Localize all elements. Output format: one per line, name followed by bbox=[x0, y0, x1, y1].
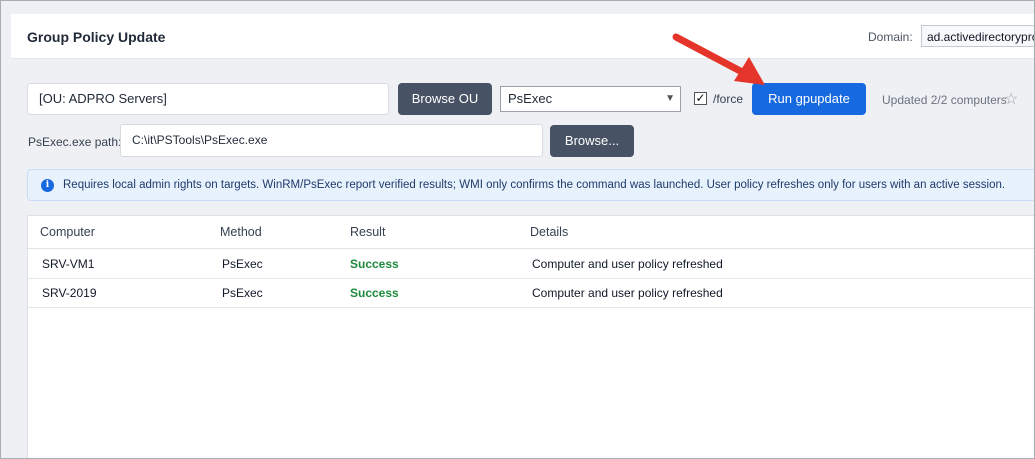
page-title: Group Policy Update bbox=[27, 29, 166, 45]
domain-field[interactable]: ad.activedirectorypro bbox=[921, 25, 1034, 47]
cell-computer: SRV-2019 bbox=[42, 286, 97, 300]
app-window: Group Policy Update Domain: ad.activedir… bbox=[0, 0, 1035, 459]
run-gpupdate-button[interactable]: Run gpupdate bbox=[752, 83, 866, 115]
cell-details: Computer and user policy refreshed bbox=[532, 286, 723, 300]
column-header-result[interactable]: Result bbox=[350, 225, 385, 239]
table-header: Computer Method Result Details bbox=[28, 216, 1034, 249]
cell-result: Success bbox=[350, 286, 399, 300]
header-bar: Group Policy Update Domain: ad.activedir… bbox=[11, 14, 1034, 59]
cell-details: Computer and user policy refreshed bbox=[532, 257, 723, 271]
domain-label: Domain: bbox=[868, 30, 913, 44]
chevron-down-icon: ▼ bbox=[665, 93, 675, 104]
browse-ou-button[interactable]: Browse OU bbox=[398, 83, 492, 115]
psexec-path-input[interactable]: C:\it\PSTools\PsExec.exe bbox=[120, 124, 543, 157]
column-header-details[interactable]: Details bbox=[530, 225, 568, 239]
info-banner: i Requires local admin rights on targets… bbox=[27, 169, 1034, 201]
cell-result: Success bbox=[350, 257, 399, 271]
column-header-computer[interactable]: Computer bbox=[40, 225, 95, 239]
star-icon[interactable]: ☆ bbox=[1004, 89, 1018, 109]
table-row[interactable]: SRV-2019 PsExec Success Computer and use… bbox=[28, 278, 1034, 308]
method-select-value: PsExec bbox=[508, 91, 553, 106]
browse-button[interactable]: Browse... bbox=[550, 125, 634, 157]
ou-input[interactable]: [OU: ADPRO Servers] bbox=[27, 83, 389, 115]
psexec-path-label: PsExec.exe path: bbox=[28, 135, 122, 149]
cell-computer: SRV-VM1 bbox=[42, 257, 95, 271]
table-row[interactable]: SRV-VM1 PsExec Success Computer and user… bbox=[28, 249, 1034, 279]
status-text: Updated 2/2 computers bbox=[882, 93, 1007, 107]
column-header-method[interactable]: Method bbox=[220, 225, 262, 239]
method-select[interactable]: PsExec ▼ bbox=[500, 86, 681, 112]
info-icon: i bbox=[41, 179, 54, 192]
cell-method: PsExec bbox=[222, 257, 263, 271]
info-text: Requires local admin rights on targets. … bbox=[63, 179, 1006, 191]
cell-method: PsExec bbox=[222, 286, 263, 300]
force-checkbox[interactable]: ✓ bbox=[694, 92, 707, 105]
force-label: /force bbox=[713, 92, 744, 106]
results-table: Computer Method Result Details SRV-VM1 P… bbox=[27, 215, 1034, 458]
